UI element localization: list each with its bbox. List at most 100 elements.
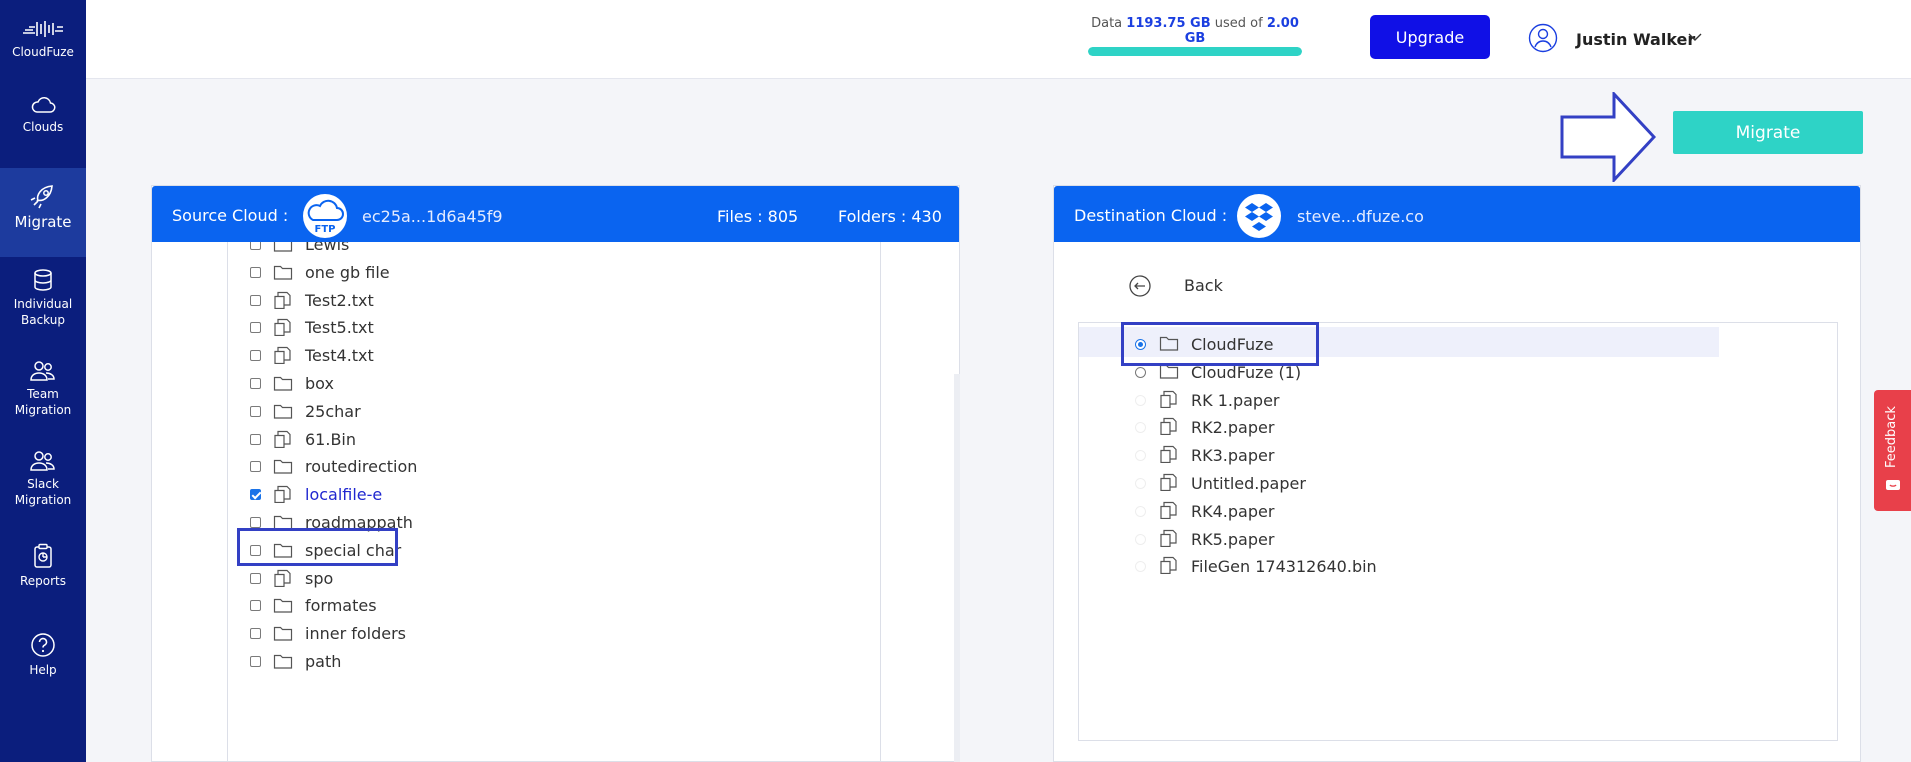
item-checkbox[interactable] [250,433,261,445]
source-panel-header: Source Cloud : FTP ec25a...1d6a45f9 File… [152,186,959,242]
item-checkbox[interactable] [250,489,261,501]
source-scrollbar[interactable] [954,374,960,762]
chat-icon [1886,480,1900,490]
file-icon [1159,556,1179,575]
source-list-item[interactable]: one gb file [228,258,880,288]
dropbox-icon [1237,194,1281,238]
source-list-item[interactable]: 25char [228,397,880,427]
item-name: 61.Bin [305,429,357,449]
destination-list-item[interactable]: RK4.paper [1079,494,1837,524]
item-checkbox[interactable] [250,350,261,362]
item-name: RK4.paper [1191,501,1275,521]
usage-prefix: Data [1091,16,1123,31]
folder-icon [273,596,293,614]
item-checkbox[interactable] [250,242,261,250]
destination-list-item[interactable]: RK3.paper [1079,438,1837,468]
database-icon [34,269,52,291]
source-list-item[interactable]: localfile-e [228,480,880,510]
source-list-item[interactable]: Test5.txt [228,313,880,343]
item-checkbox[interactable] [250,628,261,640]
sidebar-item-label-line2: Migration [14,403,72,417]
source-list-item[interactable]: box [228,369,880,399]
item-name: path [305,652,342,671]
svg-text:FTP: FTP [315,224,336,235]
arrow-right-icon [1560,92,1656,182]
item-checkbox[interactable] [250,461,261,473]
rocket-icon [30,185,53,209]
item-name: RK5.paper [1191,529,1275,549]
source-account: ec25a...1d6a45f9 [362,207,503,226]
chevron-down-icon[interactable] [1688,32,1702,42]
sidebar-item-migrate[interactable]: Migrate [0,168,86,257]
sidebar-item-individual-backup[interactable]: Individual Backup [0,268,86,328]
destination-list-item[interactable]: Untitled.paper [1079,466,1837,496]
item-name: routedirection [305,457,418,477]
item-radio[interactable] [1135,366,1146,378]
usage-mid: used of [1214,16,1263,31]
source-cloud-panel: Source Cloud : FTP ec25a...1d6a45f9 File… [151,185,960,762]
sidebar-item-help[interactable]: Help [0,632,86,678]
item-checkbox[interactable] [250,517,261,528]
feedback-tab[interactable]: Feedback [1874,390,1911,511]
destination-cloud-title: Destination Cloud : [1074,206,1228,225]
source-list-item[interactable]: formates [228,591,880,621]
item-radio [1135,533,1146,545]
storage-usage-text: Data 1193.75 GB used of 2.00 GB [1088,16,1302,46]
source-file-tree: path inner folders formates spo special char… [227,242,881,762]
destination-list-item[interactable]: FileGen 174312640.bin [1079,549,1837,579]
source-list-item[interactable]: Test4.txt [228,341,880,371]
source-list-item[interactable]: path [228,647,880,677]
storage-usage-bar [1088,47,1302,56]
migrate-button[interactable]: Migrate [1673,111,1863,154]
source-list-item[interactable]: Lewis [228,242,880,260]
item-radio [1135,561,1146,573]
cloudfuze-logo-icon [23,21,63,37]
item-name: FileGen 174312640.bin [1191,557,1377,577]
item-checkbox[interactable] [250,294,261,306]
sidebar-item-slack-migration[interactable]: Slack Migration [0,450,86,508]
feedback-label: Feedback [1884,406,1899,468]
file-icon [273,346,293,365]
sidebar-item-team-migration[interactable]: Team Migration [0,360,86,418]
file-icon [273,318,293,337]
destination-account: steve...dfuze.co [1297,207,1424,226]
sidebar-item-clouds[interactable]: Clouds [0,95,86,135]
item-name: one gb file [305,262,390,282]
user-avatar-icon[interactable] [1528,23,1558,53]
item-checkbox[interactable] [250,322,261,334]
item-checkbox[interactable] [250,656,261,667]
item-checkbox[interactable] [250,600,261,612]
item-checkbox[interactable] [250,405,261,417]
destination-list-item[interactable]: RK5.paper [1079,522,1837,552]
item-name: Test2.txt [305,290,374,310]
sidebar-logo[interactable]: CloudFuze [0,18,86,60]
ftp-icon: FTP [303,194,347,238]
source-list-item[interactable]: spo [228,564,880,594]
storage-usage-fill [1088,47,1302,56]
item-checkbox[interactable] [250,266,261,278]
item-name: 25char [305,401,361,421]
upgrade-button[interactable]: Upgrade [1370,15,1490,59]
item-name: Untitled.paper [1191,474,1306,493]
item-name: spo [305,568,334,588]
back-label: Back [1184,276,1223,295]
source-list-item[interactable]: 61.Bin [228,425,880,455]
destination-list-item[interactable]: RK 1.paper [1079,383,1837,413]
source-list-item[interactable]: routedirection [228,452,880,482]
item-name: box [305,374,334,393]
source-list-item[interactable]: Test2.txt [228,286,880,316]
item-checkbox[interactable] [250,378,261,389]
item-name: Test5.txt [305,318,374,338]
destination-list-item[interactable]: RK2.paper [1079,410,1837,440]
source-list-item[interactable]: inner folders [228,619,880,649]
folder-icon [273,457,293,475]
folder-icon [273,402,293,420]
item-checkbox[interactable] [250,572,261,584]
user-name[interactable]: Justin Walker [1576,30,1695,49]
sidebar-item-reports[interactable]: Reports [0,543,86,589]
file-icon [273,291,293,309]
item-name: inner folders [305,624,407,644]
source-files-count: Files : 805 [717,207,799,226]
back-arrow-icon [1129,275,1151,297]
file-icon [1159,473,1179,492]
